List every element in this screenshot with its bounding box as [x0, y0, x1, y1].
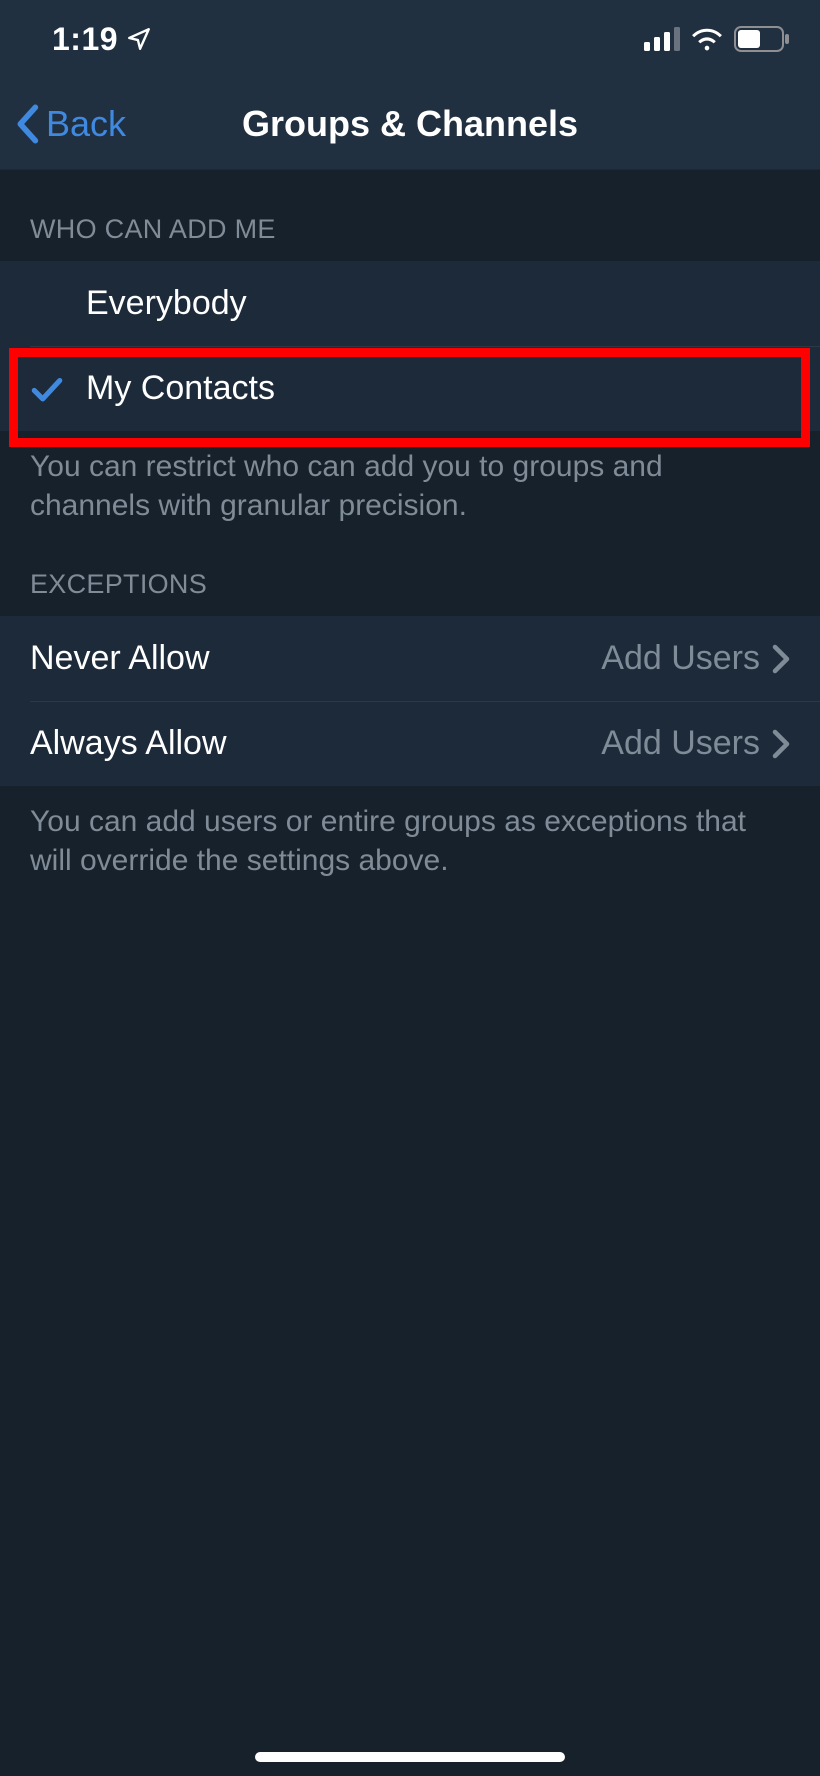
option-everybody[interactable]: Everybody: [0, 261, 820, 346]
page-title: Groups & Channels: [242, 103, 578, 145]
section-header-who: WHO CAN ADD ME: [0, 214, 820, 261]
never-allow-value: Add Users: [601, 639, 760, 678]
section-header-exceptions: EXCEPTIONS: [0, 569, 820, 616]
nav-bar: Back Groups & Channels: [0, 78, 820, 170]
never-allow-label: Never Allow: [30, 639, 601, 678]
cell-signal-icon: [644, 27, 680, 51]
status-time-text: 1:19: [52, 21, 118, 58]
who-can-add-rows: Everybody My Contacts: [0, 261, 820, 431]
section-footer-exceptions: You can add users or entire groups as ex…: [0, 786, 820, 880]
home-indicator[interactable]: [255, 1752, 565, 1762]
section-footer-who: You can restrict who can add you to grou…: [0, 431, 820, 525]
check-icon: [30, 374, 86, 404]
exceptions-rows: Never Allow Add Users Always Allow Add U…: [0, 616, 820, 786]
wifi-icon: [690, 27, 724, 51]
status-icons: [644, 26, 790, 52]
never-allow-row[interactable]: Never Allow Add Users: [0, 616, 820, 701]
content: WHO CAN ADD ME Everybody My Contacts You…: [0, 214, 820, 880]
option-my-contacts[interactable]: My Contacts: [0, 346, 820, 431]
location-arrow-icon: [126, 26, 152, 52]
always-allow-label: Always Allow: [30, 724, 601, 763]
status-bar: 1:19: [0, 0, 820, 78]
chevron-right-icon: [772, 729, 790, 759]
battery-icon: [734, 26, 790, 52]
option-my-contacts-label: My Contacts: [86, 369, 790, 408]
always-allow-row[interactable]: Always Allow Add Users: [0, 701, 820, 786]
option-everybody-label: Everybody: [86, 284, 790, 323]
back-label: Back: [46, 103, 126, 145]
chevron-left-icon: [14, 104, 40, 144]
back-button[interactable]: Back: [14, 103, 126, 145]
chevron-right-icon: [772, 644, 790, 674]
section-exceptions: EXCEPTIONS Never Allow Add Users Always …: [0, 569, 820, 880]
status-time: 1:19: [52, 21, 152, 58]
section-who-can-add: WHO CAN ADD ME Everybody My Contacts You…: [0, 214, 820, 525]
always-allow-value: Add Users: [601, 724, 760, 763]
